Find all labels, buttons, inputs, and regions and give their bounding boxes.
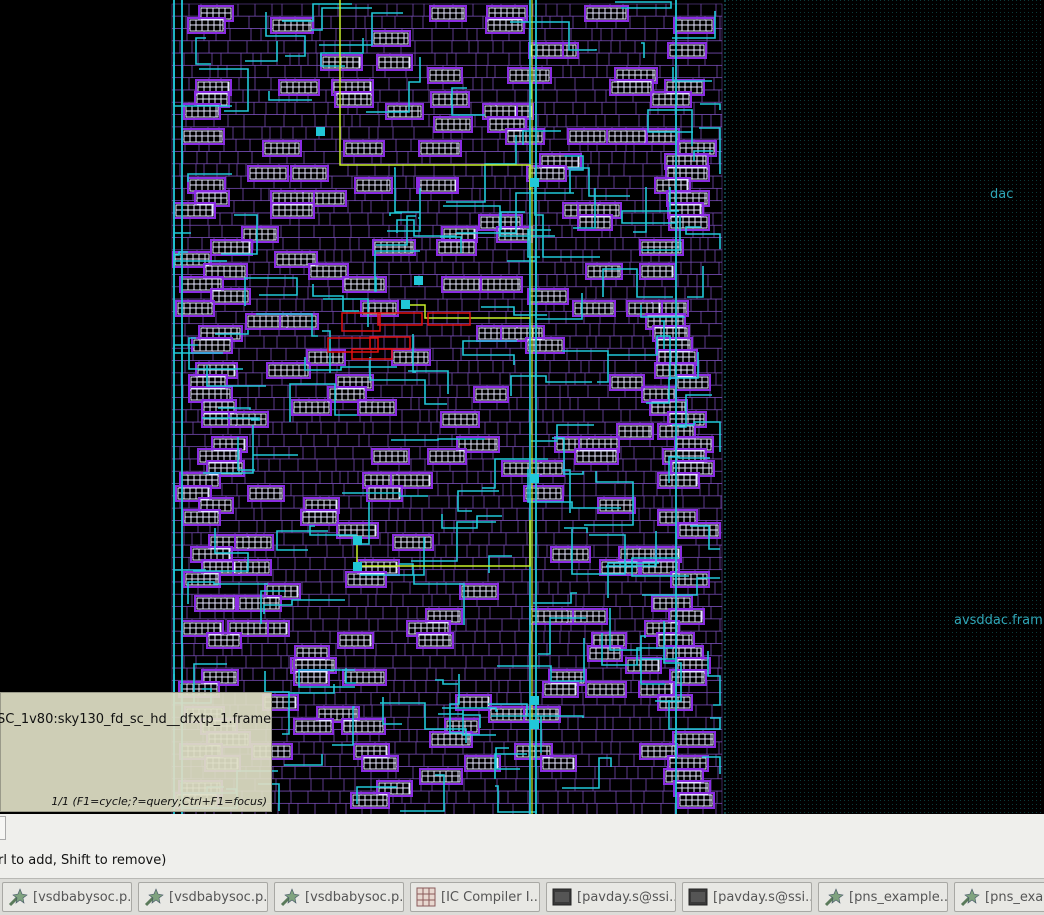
grid-icon bbox=[415, 886, 437, 908]
status-hint: rl to add, Shift to remove) bbox=[0, 853, 167, 868]
tooltip-help: 1/1 (F1=cycle;?=query;Ctrl+F1=focus) bbox=[51, 795, 267, 808]
tooltip-cell-name: SC_1v80:sky130_fd_sc_hd__dfxtp_1.frame bbox=[0, 712, 272, 727]
macro-label-frame: avsddac.fram bbox=[954, 613, 1043, 628]
cell-tooltip: SC_1v80:sky130_fd_sc_hd__dfxtp_1.frame 1… bbox=[0, 692, 272, 812]
taskbar-item[interactable]: [pavday.s@ssi... bbox=[682, 882, 812, 912]
taskbar-item[interactable]: [pns_example... bbox=[818, 882, 948, 912]
taskbar-item[interactable]: [IC Compiler I... bbox=[410, 882, 540, 912]
taskbar-item-label: [pavday.s@ssi... bbox=[577, 889, 675, 905]
magic-icon bbox=[143, 886, 165, 908]
taskbar-item-label: [vsdbabysoc.p... bbox=[169, 889, 267, 905]
magic-icon bbox=[7, 886, 29, 908]
taskbar: [vsdbabysoc.p... [vsdbabysoc.p... [vsdbaby… bbox=[0, 878, 1044, 915]
taskbar-item-label: [vsdbabysoc.p... bbox=[305, 889, 403, 905]
taskbar-item[interactable]: [vsdbabysoc.p... bbox=[2, 882, 132, 912]
macro-label-dac: dac bbox=[990, 187, 1014, 202]
tab-stub[interactable] bbox=[0, 816, 6, 840]
taskbar-item-label: [IC Compiler I... bbox=[441, 889, 539, 905]
taskbar-item[interactable]: [vsdbabysoc.p... bbox=[274, 882, 404, 912]
terminal-icon bbox=[687, 886, 709, 908]
taskbar-item[interactable]: [pns_exam... bbox=[954, 882, 1044, 912]
taskbar-item-label: [pns_exam... bbox=[985, 889, 1044, 905]
status-bar: rl to add, Shift to remove) bbox=[0, 814, 1044, 878]
taskbar-item[interactable]: [vsdbabysoc.p... bbox=[138, 882, 268, 912]
taskbar-item[interactable]: [pavday.s@ssi... bbox=[546, 882, 676, 912]
taskbar-item-label: [pns_example... bbox=[849, 889, 947, 905]
taskbar-item-label: [vsdbabysoc.p... bbox=[33, 889, 131, 905]
magic-icon bbox=[279, 886, 301, 908]
terminal-icon bbox=[551, 886, 573, 908]
magic-icon bbox=[959, 886, 981, 908]
magic-icon bbox=[823, 886, 845, 908]
taskbar-item-label: [pavday.s@ssi... bbox=[713, 889, 811, 905]
